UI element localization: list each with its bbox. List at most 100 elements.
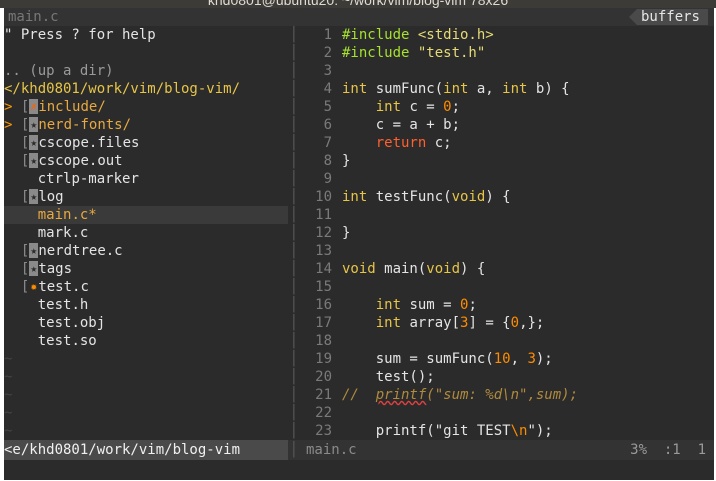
expand-arrow-icon[interactable] [4, 135, 12, 151]
tree-entry-name[interactable]: tags [38, 261, 72, 277]
expand-arrow-icon[interactable] [4, 297, 12, 313]
vertical-split[interactable]: │ │ │ │ │ │ │ │ │ │ │ │ │ │ │ │ │ │ │ │ │ │ │ [288, 26, 300, 440]
code-line[interactable]: 11 [300, 206, 714, 224]
tree-entry-name[interactable]: cscope.files [38, 135, 139, 151]
tree-root-path[interactable]: </khd0801/work/vim/blog-vim/ [4, 80, 288, 98]
code-line[interactable]: 10 int testFunc(void) { [300, 188, 714, 206]
tree-entry-name[interactable]: test.so [38, 333, 97, 349]
terminal[interactable]: main.c buffers " Press ? for help .. (up … [4, 8, 714, 480]
code-line[interactable]: 22 [300, 404, 714, 422]
editor-status: main.c 3% :1 1 [300, 440, 714, 460]
tree-entry-name[interactable]: nerd-fonts/ [38, 117, 131, 133]
line-number: 16 [315, 297, 332, 313]
tree-entry[interactable]: test.h [4, 296, 288, 314]
tree-entry-name[interactable]: main.c* [38, 207, 97, 223]
code-line[interactable]: 12} [300, 224, 714, 242]
tree-entry[interactable]: [★cscope.files [4, 134, 288, 152]
tab-main-c[interactable]: main.c [8, 8, 59, 26]
split-bar: │ [289, 261, 299, 277]
tree-entry[interactable]: main.c* [4, 206, 288, 224]
buffers-label[interactable]: buffers [628, 9, 708, 25]
tree-entry[interactable]: [★tags [4, 260, 288, 278]
code-line[interactable]: 17 int array[3] = {0,}; [300, 314, 714, 332]
code-line[interactable]: 15 [300, 278, 714, 296]
empty-line-marker: ~ [4, 369, 13, 385]
code-line[interactable]: 1 #include <stdio.h> [300, 26, 714, 44]
up-dir-link[interactable]: .. (up a dir) [4, 62, 288, 80]
code-line[interactable]: 13 [300, 242, 714, 260]
code-token: sumFunc( [367, 81, 444, 97]
icon-bracket: [ [20, 279, 30, 295]
code-token: 0 [510, 315, 520, 331]
code-line[interactable]: 23 printf("git TEST\n"); [300, 422, 714, 440]
tree-entry[interactable]: mark.c [4, 224, 288, 242]
code-token: a, [468, 81, 503, 97]
tree-entry-name[interactable]: test.c [38, 279, 89, 295]
code-line[interactable]: 3 [300, 62, 714, 80]
split-bar: │ [289, 63, 299, 79]
tree-entry[interactable]: test.so [4, 332, 288, 350]
tree-entry-name[interactable]: include/ [38, 99, 105, 115]
tree-entry[interactable]: [★nerdtree.c [4, 242, 288, 260]
expand-arrow-icon[interactable] [4, 171, 12, 187]
expand-arrow-icon[interactable] [4, 279, 12, 295]
code-line[interactable]: 20 test(); [300, 368, 714, 386]
tree-entry-name[interactable]: cscope.out [38, 153, 122, 169]
code-line[interactable]: 8} [300, 152, 714, 170]
expand-arrow-icon[interactable] [4, 315, 12, 331]
expand-arrow-icon[interactable] [4, 189, 12, 205]
tree-entry-name[interactable]: nerdtree.c [38, 243, 122, 259]
tree-entry[interactable]: test.obj [4, 314, 288, 332]
code-line[interactable]: 7 return c; [300, 134, 714, 152]
line-number: 3 [323, 63, 332, 79]
code-token: int [375, 99, 402, 115]
editor-pane[interactable]: 1 #include <stdio.h> 2 #include "test.h" 3 4 i… [300, 26, 714, 440]
code-token: 0 [443, 99, 452, 115]
expand-arrow-icon[interactable]: > [4, 117, 12, 133]
nerdtree-pane[interactable]: " Press ? for help .. (up a dir) </khd0801… [4, 26, 288, 440]
tree-entry-name[interactable]: test.obj [38, 315, 105, 331]
expand-arrow-icon[interactable] [4, 225, 12, 241]
tree-entry[interactable]: > [★nerd-fonts/ [4, 116, 288, 134]
code-line[interactable]: 6 c = a + b; [300, 116, 714, 134]
code-line[interactable]: 9 [300, 170, 714, 188]
tree-entry[interactable]: ctrlp-marker [4, 170, 288, 188]
tree-entry[interactable]: [✹test.c [4, 278, 288, 296]
code-line[interactable]: 16 int sum = 0; [300, 296, 714, 314]
code-token: printf("git TEST [342, 423, 511, 439]
icon-bracket: [ [20, 135, 30, 151]
split-bar: │ [289, 387, 299, 403]
code-line[interactable]: 21 // printf("sum: %d\n",sum); [300, 386, 714, 404]
code-line[interactable]: 14 void main(void) { [300, 260, 714, 278]
line-number: 17 [315, 315, 332, 331]
code-token: 3 [527, 351, 536, 367]
tree-entry-name[interactable]: test.h [38, 297, 89, 313]
tree-entry[interactable]: [★cscope.out [4, 152, 288, 170]
expand-arrow-icon[interactable]: > [4, 99, 12, 115]
split-bar: │ [289, 153, 299, 169]
expand-arrow-icon[interactable] [4, 243, 12, 259]
tree-entry-name[interactable]: log [38, 189, 63, 205]
code-token: ) { [460, 261, 486, 277]
command-line[interactable] [4, 460, 714, 480]
line-number: 18 [315, 333, 332, 349]
expand-arrow-icon[interactable] [4, 207, 12, 223]
tree-entry-name[interactable]: mark.c [38, 225, 89, 241]
split-bar: │ [289, 45, 299, 61]
expand-arrow-icon[interactable] [4, 261, 12, 277]
code-line[interactable]: 18 [300, 332, 714, 350]
star-file-icon: ★ [29, 117, 39, 132]
tree-entry[interactable]: [★log [4, 188, 288, 206]
code-line[interactable]: 2 #include "test.h" [300, 44, 714, 62]
split-bar: │ [289, 333, 299, 349]
code-line[interactable]: 4 int sumFunc(int a, int b) { [300, 80, 714, 98]
expand-arrow-icon[interactable] [4, 333, 12, 349]
code-line[interactable]: 19 sum = sumFunc(10, 3); [300, 350, 714, 368]
nerdtree-status: <e/khd0801/work/vim/blog-vim [4, 440, 288, 460]
code-line[interactable]: 5 int c = 0; [300, 98, 714, 116]
tree-entry-name[interactable]: ctrlp-marker [38, 171, 139, 187]
tree-entry[interactable]: > [✗include/ [4, 98, 288, 116]
expand-arrow-icon[interactable] [4, 153, 12, 169]
